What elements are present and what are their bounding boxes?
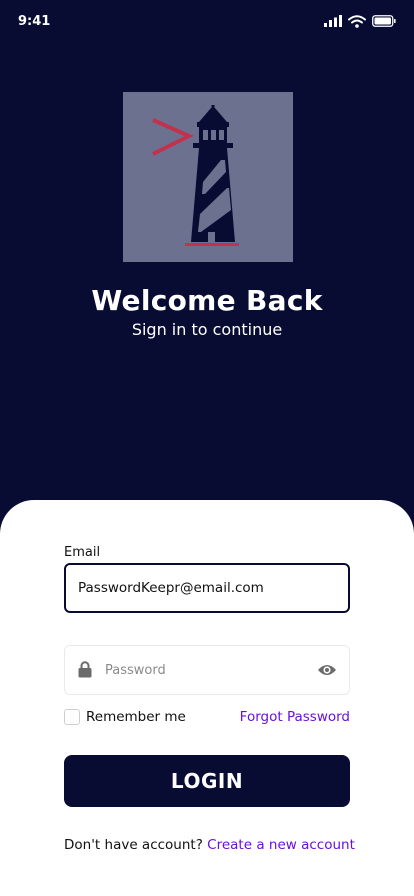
- remember-me-checkbox[interactable]: [64, 709, 80, 725]
- forgot-password-link[interactable]: Forgot Password: [240, 709, 350, 725]
- welcome-subtitle: Sign in to continue: [131, 320, 283, 339]
- signup-row: Don't have account? Create a new account: [64, 837, 355, 853]
- eye-icon[interactable]: [317, 663, 337, 677]
- app-logo: [123, 92, 293, 262]
- create-account-link[interactable]: Create a new account: [207, 837, 355, 853]
- battery-icon: [372, 15, 396, 27]
- login-button[interactable]: LOGIN: [64, 755, 350, 807]
- lock-icon: [78, 661, 92, 678]
- email-label: Email: [64, 545, 101, 560]
- wifi-icon: [348, 14, 366, 28]
- password-field[interactable]: [105, 647, 305, 693]
- status-bar: 9:41: [0, 0, 414, 44]
- status-icons: [324, 14, 396, 28]
- signal-icon: [324, 15, 342, 27]
- email-field[interactable]: [64, 563, 350, 613]
- password-field-wrapper[interactable]: [64, 645, 350, 695]
- remember-me-row[interactable]: Remember me: [64, 709, 186, 725]
- login-card: Email Remember me Forgot Password LOGIN …: [0, 500, 414, 896]
- signup-prompt: Don't have account?: [64, 837, 203, 853]
- welcome-title: Welcome Back: [91, 284, 323, 317]
- remember-me-label: Remember me: [86, 709, 186, 725]
- status-time: 9:41: [18, 13, 51, 29]
- lighthouse-icon: [152, 105, 239, 246]
